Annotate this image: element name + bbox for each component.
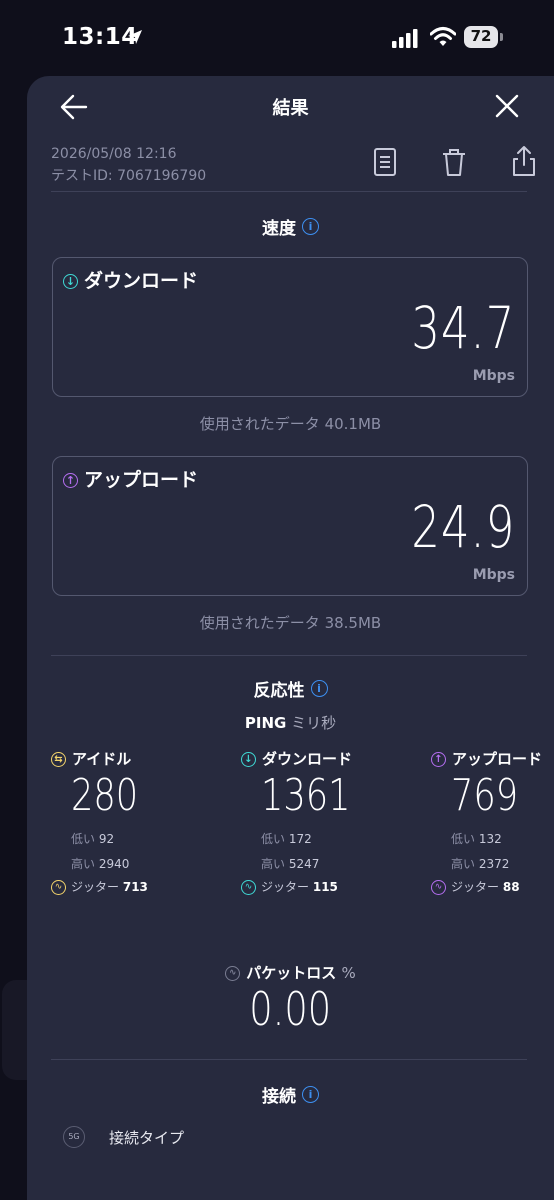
ping-idle-column: ⇆ アイドル 280 低い 92 高い 2940 ∿ ジッター 713: [51, 748, 221, 895]
packet-loss-value: 0.00: [249, 982, 332, 1036]
idle-icon: ⇆: [51, 752, 66, 767]
ping-download-column: ↓ ダウンロード 1361 低い 172 高い 5247 ∿ ジッター 115: [241, 748, 411, 895]
upload-ping-value: 769: [451, 770, 519, 821]
upload-speed-card: ↑ アップロード 24.9 Mbps: [52, 456, 528, 596]
trash-icon[interactable]: [439, 146, 469, 178]
upload-speed-value: 24.9: [411, 493, 515, 561]
responsiveness-title-text: 反応性: [253, 681, 305, 701]
divider: [51, 191, 527, 192]
upload-jitter: ∿ ジッター 88: [431, 878, 520, 895]
ping-header: PING ミリ秒: [27, 712, 554, 733]
battery-percent: 72: [470, 27, 492, 45]
jitter-icon: ∿: [241, 880, 256, 895]
document-icon[interactable]: [371, 146, 399, 178]
download-speed-unit: Mbps: [472, 368, 515, 384]
divider: [51, 655, 527, 656]
download-icon: ↓: [63, 274, 78, 289]
info-icon[interactable]: i: [302, 218, 319, 235]
download-high: 高い 5247: [261, 857, 320, 871]
jitter-icon: ∿: [51, 880, 66, 895]
info-icon[interactable]: i: [310, 680, 328, 697]
connection-type-label: 接続タイプ: [109, 1129, 185, 1147]
connection-section-title: 接続 i: [27, 1082, 554, 1107]
ping-unit: ミリ秒: [291, 714, 337, 732]
test-date: 2026/05/08 12:16: [51, 146, 177, 162]
upload-low: 低い 132: [451, 832, 502, 846]
speed-section-title: 速度 i: [27, 214, 554, 239]
download-card-label: ↓ ダウンロード: [63, 266, 198, 293]
upload-data-used: 使用されたデータ 38.5MB: [199, 614, 382, 632]
ping-upload-label-row: ↑ アップロード: [431, 748, 554, 769]
battery-indicator: 72: [464, 26, 504, 48]
idle-ping-value: 280: [71, 770, 139, 821]
upload-icon: ↑: [63, 473, 78, 488]
wifi-icon: [430, 27, 456, 46]
upload-icon: ↑: [431, 752, 446, 767]
idle-label-row: ⇆ アイドル: [51, 748, 221, 769]
upload-label: アップロード: [84, 469, 199, 491]
upload-speed-unit: Mbps: [472, 567, 515, 583]
test-id: テストID: 7067196790: [51, 168, 207, 184]
info-icon[interactable]: i: [302, 1086, 319, 1103]
download-speed-value: 34.7: [411, 294, 515, 362]
connection-title-text: 接続: [262, 1087, 296, 1107]
jitter-icon: ∿: [431, 880, 446, 895]
location-arrow-icon: [128, 30, 142, 44]
idle-high: 高い 2940: [71, 857, 130, 871]
divider: [51, 1059, 527, 1060]
idle-low: 低い 92: [71, 832, 115, 846]
download-data-used: 使用されたデータ 40.1MB: [199, 415, 382, 433]
ping-download-label: ダウンロード: [262, 750, 353, 768]
packet-loss-icon: ∿: [225, 966, 241, 981]
idle-jitter: ∿ ジッター 713: [51, 878, 148, 895]
signal-icon: [392, 29, 418, 48]
speed-title-text: 速度: [262, 219, 296, 239]
share-icon[interactable]: [509, 144, 539, 178]
download-speed-card: ↓ ダウンロード 34.7 Mbps: [52, 257, 528, 397]
status-bar: 13:14 72: [0, 0, 554, 72]
responsiveness-section-title: 反応性 i: [27, 676, 554, 701]
download-label: ダウンロード: [84, 270, 199, 292]
close-icon[interactable]: [493, 92, 521, 120]
download-icon: ↓: [241, 752, 256, 767]
upload-high: 高い 2372: [451, 857, 510, 871]
page-title: 結果: [272, 98, 309, 119]
packet-loss-label: ∿ パケットロス %: [27, 962, 554, 983]
result-sheet: 結果 2026/05/08 12:16 テストID: 7067196790 速度…: [27, 76, 554, 1200]
idle-label: アイドル: [72, 750, 132, 768]
download-ping-value: 1361: [261, 770, 351, 821]
ping-download-label-row: ↓ ダウンロード: [241, 748, 411, 769]
upload-card-label: ↑ アップロード: [63, 465, 198, 492]
ping-upload-label: アップロード: [452, 750, 543, 768]
download-low: 低い 172: [261, 832, 312, 846]
ping-label: PING: [244, 714, 287, 732]
5g-icon: 5G: [63, 1126, 85, 1148]
download-jitter: ∿ ジッター 115: [241, 878, 338, 895]
ping-upload-column: ↑ アップロード 769 低い 132 高い 2372 ∿ ジッター 88: [431, 748, 554, 895]
